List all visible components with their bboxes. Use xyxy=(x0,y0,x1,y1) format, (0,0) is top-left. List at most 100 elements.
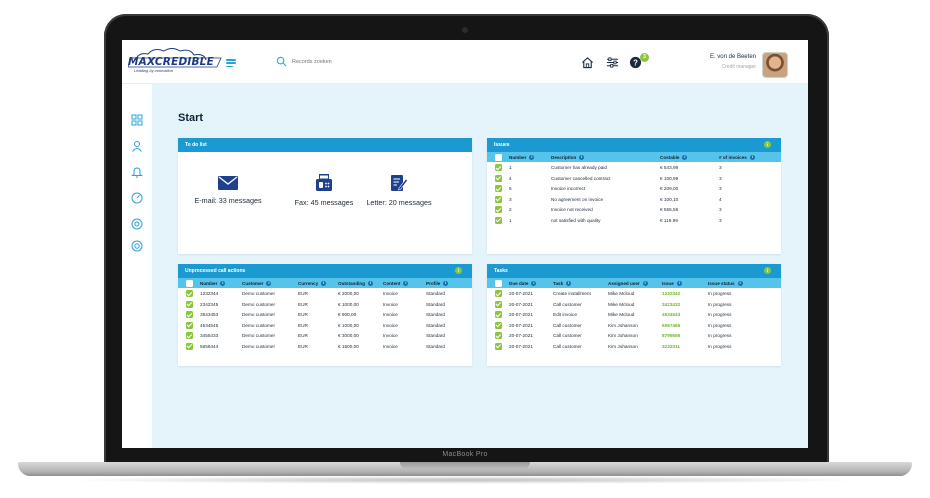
todo-card: To do list E-mail: 33 messages Fax: 45 m… xyxy=(178,138,472,254)
todo-letter[interactable]: Letter: 20 messages xyxy=(359,174,439,207)
table-row[interactable]: 3455433 Demo customer EUR € 3000,00 Invoice S… xyxy=(178,330,472,341)
issues-select-all-checkbox[interactable] xyxy=(495,153,502,161)
row-checkbox[interactable] xyxy=(495,216,502,224)
row-checkbox[interactable] xyxy=(186,332,193,339)
table-row[interactable]: 3543453 Demo customer EUR € 900,00 Invoice St… xyxy=(178,309,472,320)
table-row[interactable]: 1 not satisfied with quality € 119,99 3 xyxy=(487,215,781,226)
tasks-select-all-checkbox[interactable] xyxy=(495,279,502,287)
sort-icon: i xyxy=(368,280,374,286)
row-checkbox[interactable] xyxy=(495,185,502,192)
table-row[interactable]: 5656444 Demo customer EUR € 1500,00 Invoice S… xyxy=(178,341,472,352)
issue-link[interactable]: 4534543 xyxy=(662,312,680,317)
todo-card-title: To do list xyxy=(178,138,472,152)
help-badge: 3 xyxy=(640,53,649,62)
issues-card-header: Issues i xyxy=(487,138,781,152)
row-checkbox[interactable] xyxy=(186,321,193,329)
target-icon[interactable] xyxy=(131,218,143,230)
row-checkbox[interactable] xyxy=(495,174,502,182)
row-checkbox[interactable] xyxy=(186,311,193,318)
row-checkbox[interactable] xyxy=(495,164,502,171)
issue-link[interactable]: 1232342 xyxy=(662,291,680,296)
issues-info-icon[interactable]: i xyxy=(764,141,771,148)
table-row[interactable]: 1232344 Demo customer EUR € 2000,00 Invoice S… xyxy=(178,288,472,299)
issue-link[interactable]: 8795555 xyxy=(662,333,680,338)
table-row[interactable]: 5 Invoice incorrect € 209,00 3 xyxy=(487,183,781,194)
row-checkbox[interactable] xyxy=(495,342,502,350)
tasks-col-task[interactable]: Task i xyxy=(553,281,572,286)
menu-icon[interactable] xyxy=(226,59,236,68)
base-shadow xyxy=(60,476,870,484)
settings-sliders-icon[interactable] xyxy=(606,56,619,69)
issues-table-header: Number i Description i Costable i # of invo… xyxy=(487,152,781,162)
calls-table-header: Number i Customer i Currency i Outstanding i… xyxy=(178,278,472,288)
bell-icon[interactable] xyxy=(131,166,143,178)
todo-email[interactable]: E-mail: 33 messages xyxy=(188,176,268,205)
call-actions-card: Unprocessed call actions i Number i Custo… xyxy=(178,264,472,366)
call-actions-card-title: Unprocessed call actions xyxy=(185,268,246,274)
avatar[interactable] xyxy=(762,52,788,78)
home-icon[interactable] xyxy=(581,56,594,69)
user-icon[interactable] xyxy=(131,140,143,152)
table-row[interactable]: 20-07-2021 Call customer Kim Johanson 60674… xyxy=(487,320,781,331)
row-checkbox[interactable] xyxy=(495,195,502,203)
calls-select-all-checkbox[interactable] xyxy=(186,279,193,287)
call-actions-info-icon[interactable]: i xyxy=(455,267,462,274)
calls-col-number[interactable]: Number i xyxy=(200,281,226,286)
calls-col-content[interactable]: Content i xyxy=(383,281,409,286)
issues-col-costable[interactable]: Costable i xyxy=(660,155,688,160)
table-row[interactable]: 1 Customer has already paid € 543,99 3 xyxy=(487,162,781,173)
fax-icon xyxy=(316,174,332,191)
tasks-col-assigned-user[interactable]: Assigned user i xyxy=(608,281,648,286)
tasks-card-header: Tasks i xyxy=(487,264,781,278)
table-row[interactable]: 4534545 Demo customer EUR € 1000,00 Invoice S… xyxy=(178,320,472,331)
calls-col-outstanding[interactable]: Outstanding i xyxy=(338,280,374,286)
row-checkbox[interactable] xyxy=(495,311,502,318)
tasks-col-due-date[interactable]: Due date i xyxy=(509,281,537,286)
tasks-table-header: Due date i Task i Assigned user i Issue i Is… xyxy=(487,278,781,288)
table-row[interactable]: 4 Customer cancelled contract € 100,99 3 xyxy=(487,173,781,184)
sort-icon: i xyxy=(642,280,648,286)
issues-table-body: 1 Customer has already paid € 543,99 3 4 Cus… xyxy=(487,162,781,225)
gauge-icon[interactable] xyxy=(131,192,143,204)
todo-fax[interactable]: Fax: 45 messages xyxy=(284,174,364,207)
row-checkbox[interactable] xyxy=(186,290,193,297)
row-checkbox[interactable] xyxy=(495,206,502,213)
table-row[interactable]: 20-07-2021 Call customer Kim Johanson 87955… xyxy=(487,330,781,341)
row-checkbox[interactable] xyxy=(186,300,193,308)
row-checkbox[interactable] xyxy=(495,290,502,297)
search-input[interactable] xyxy=(292,55,382,69)
table-row[interactable]: 2 Invoice not received € 555,55 3 xyxy=(487,204,781,215)
row-checkbox[interactable] xyxy=(495,332,502,339)
search-bar[interactable] xyxy=(272,55,382,69)
tasks-info-icon[interactable]: i xyxy=(764,267,771,274)
table-row[interactable]: 2342345 Demo customer EUR € 1000,00 Invoice S… xyxy=(178,299,472,310)
tasks-col-issue-status[interactable]: Issue status i xyxy=(708,281,743,286)
issues-col-description[interactable]: Description i xyxy=(551,155,585,160)
logo[interactable]: MAXCREDIBLE Leading by innovation xyxy=(128,46,223,76)
issues-col-number[interactable]: Number i xyxy=(509,154,535,160)
row-checkbox[interactable] xyxy=(186,342,193,350)
todo-email-label: E-mail: 33 messages xyxy=(194,196,262,205)
settings-icon[interactable] xyxy=(131,240,143,252)
table-row[interactable]: 20-07-2021 Call customer Kim Johanson 32323… xyxy=(487,341,781,352)
tasks-col-issue[interactable]: Issue i xyxy=(662,281,682,286)
issues-card: Issues i Number i Description i Costable i … xyxy=(487,138,781,254)
sort-icon: i xyxy=(749,154,755,160)
table-row[interactable]: 20-07-2021 Edit invoice Mike Mcloud 4534543… xyxy=(487,309,781,320)
dashboard-icon[interactable] xyxy=(131,114,143,126)
calls-col-profile[interactable]: Profile i xyxy=(426,281,449,286)
table-row[interactable]: 20-07-2021 Create installment Mike Mcloud 1… xyxy=(487,288,781,299)
sort-icon: i xyxy=(529,154,535,160)
issues-col-invoices[interactable]: # of invoices i xyxy=(719,155,755,160)
issue-link[interactable]: 3423432 xyxy=(662,302,680,307)
table-row[interactable]: 20-07-2021 Call customer Mike Mcloud 342343… xyxy=(487,299,781,310)
row-checkbox[interactable] xyxy=(495,321,502,329)
row-checkbox[interactable] xyxy=(495,300,502,308)
letter-icon xyxy=(391,175,408,191)
issue-link[interactable]: 3232311 xyxy=(662,344,680,349)
issue-link[interactable]: 6067465 xyxy=(662,323,680,328)
calls-col-customer[interactable]: Customer i xyxy=(242,281,272,286)
table-row[interactable]: 3 No agreement on invoice € 100,10 4 xyxy=(487,194,781,205)
tasks-table-body: 20-07-2021 Create installment Mike Mcloud 1… xyxy=(487,288,781,351)
calls-col-currency[interactable]: Currency i xyxy=(298,281,327,286)
